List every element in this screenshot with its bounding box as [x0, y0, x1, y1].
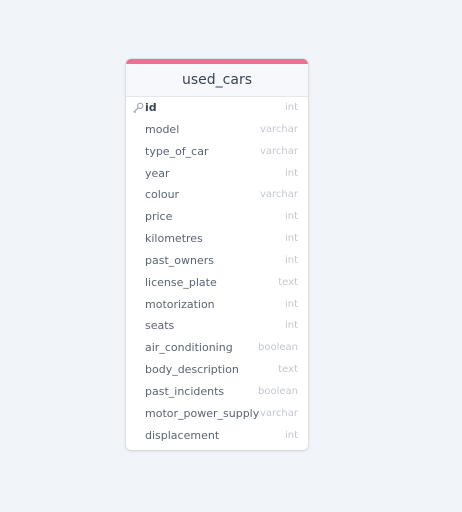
column-type: int	[284, 233, 298, 245]
column-name: air_conditioning	[145, 341, 233, 355]
column-type: varchar	[259, 123, 298, 135]
column-row-past-incidents[interactable]: past_incidents boolean	[126, 381, 308, 403]
column-name: type_of_car	[145, 144, 209, 158]
column-name: body_description	[145, 363, 239, 377]
column-name: past_owners	[145, 253, 214, 267]
column-type: text	[278, 276, 298, 288]
column-type: int	[284, 254, 298, 266]
column-type: varchar	[259, 189, 298, 201]
column-row-seats[interactable]: seats int	[126, 315, 308, 337]
column-name: colour	[145, 188, 180, 202]
column-row-kilometres[interactable]: kilometres int	[126, 228, 308, 250]
column-row-motorization[interactable]: motorization int	[126, 294, 308, 316]
column-row-past-owners[interactable]: past_owners int	[126, 250, 308, 272]
column-row-air-conditioning[interactable]: air_conditioning boolean	[126, 337, 308, 359]
key-icon	[133, 102, 144, 113]
column-row-license-plate[interactable]: license_plate text	[126, 272, 308, 294]
column-list: id int model varchar type_of_car varchar…	[126, 97, 308, 450]
table-title[interactable]: used_cars	[126, 64, 308, 97]
column-type: int	[284, 102, 298, 113]
column-row-motor-power-supply[interactable]: motor_power_supply varchar	[126, 403, 308, 425]
column-type: int	[284, 211, 298, 223]
column-row-colour[interactable]: colour varchar	[126, 184, 308, 206]
column-name: motorization	[145, 297, 215, 311]
column-type: int	[284, 320, 298, 332]
column-type: int	[284, 429, 298, 441]
column-type: int	[284, 298, 298, 310]
column-name: seats	[145, 319, 175, 333]
column-name: year	[145, 166, 170, 180]
column-type: int	[284, 167, 298, 179]
column-name: displacement	[145, 428, 220, 442]
column-name: model	[145, 122, 180, 136]
column-type: varchar	[259, 407, 298, 419]
column-name: past_incidents	[145, 384, 225, 398]
column-name: price	[145, 210, 173, 224]
column-type: boolean	[258, 385, 298, 397]
column-row-price[interactable]: price int	[126, 206, 308, 228]
column-row-model[interactable]: model varchar	[126, 119, 308, 141]
table-card-used-cars[interactable]: used_cars id int model varchar type_of_c…	[126, 59, 308, 450]
column-row-type-of-car[interactable]: type_of_car varchar	[126, 141, 308, 163]
column-type: boolean	[258, 342, 298, 354]
column-name: motor_power_supply	[145, 406, 260, 420]
column-type: varchar	[259, 145, 298, 157]
column-row-year[interactable]: year int	[126, 163, 308, 185]
column-row-id[interactable]: id int	[126, 97, 308, 119]
column-name: id	[145, 101, 157, 114]
column-type: text	[278, 364, 298, 376]
column-name: kilometres	[145, 232, 203, 246]
column-name: license_plate	[145, 275, 217, 289]
column-row-body-description[interactable]: body_description text	[126, 359, 308, 381]
column-row-displacement[interactable]: displacement int	[126, 425, 308, 447]
